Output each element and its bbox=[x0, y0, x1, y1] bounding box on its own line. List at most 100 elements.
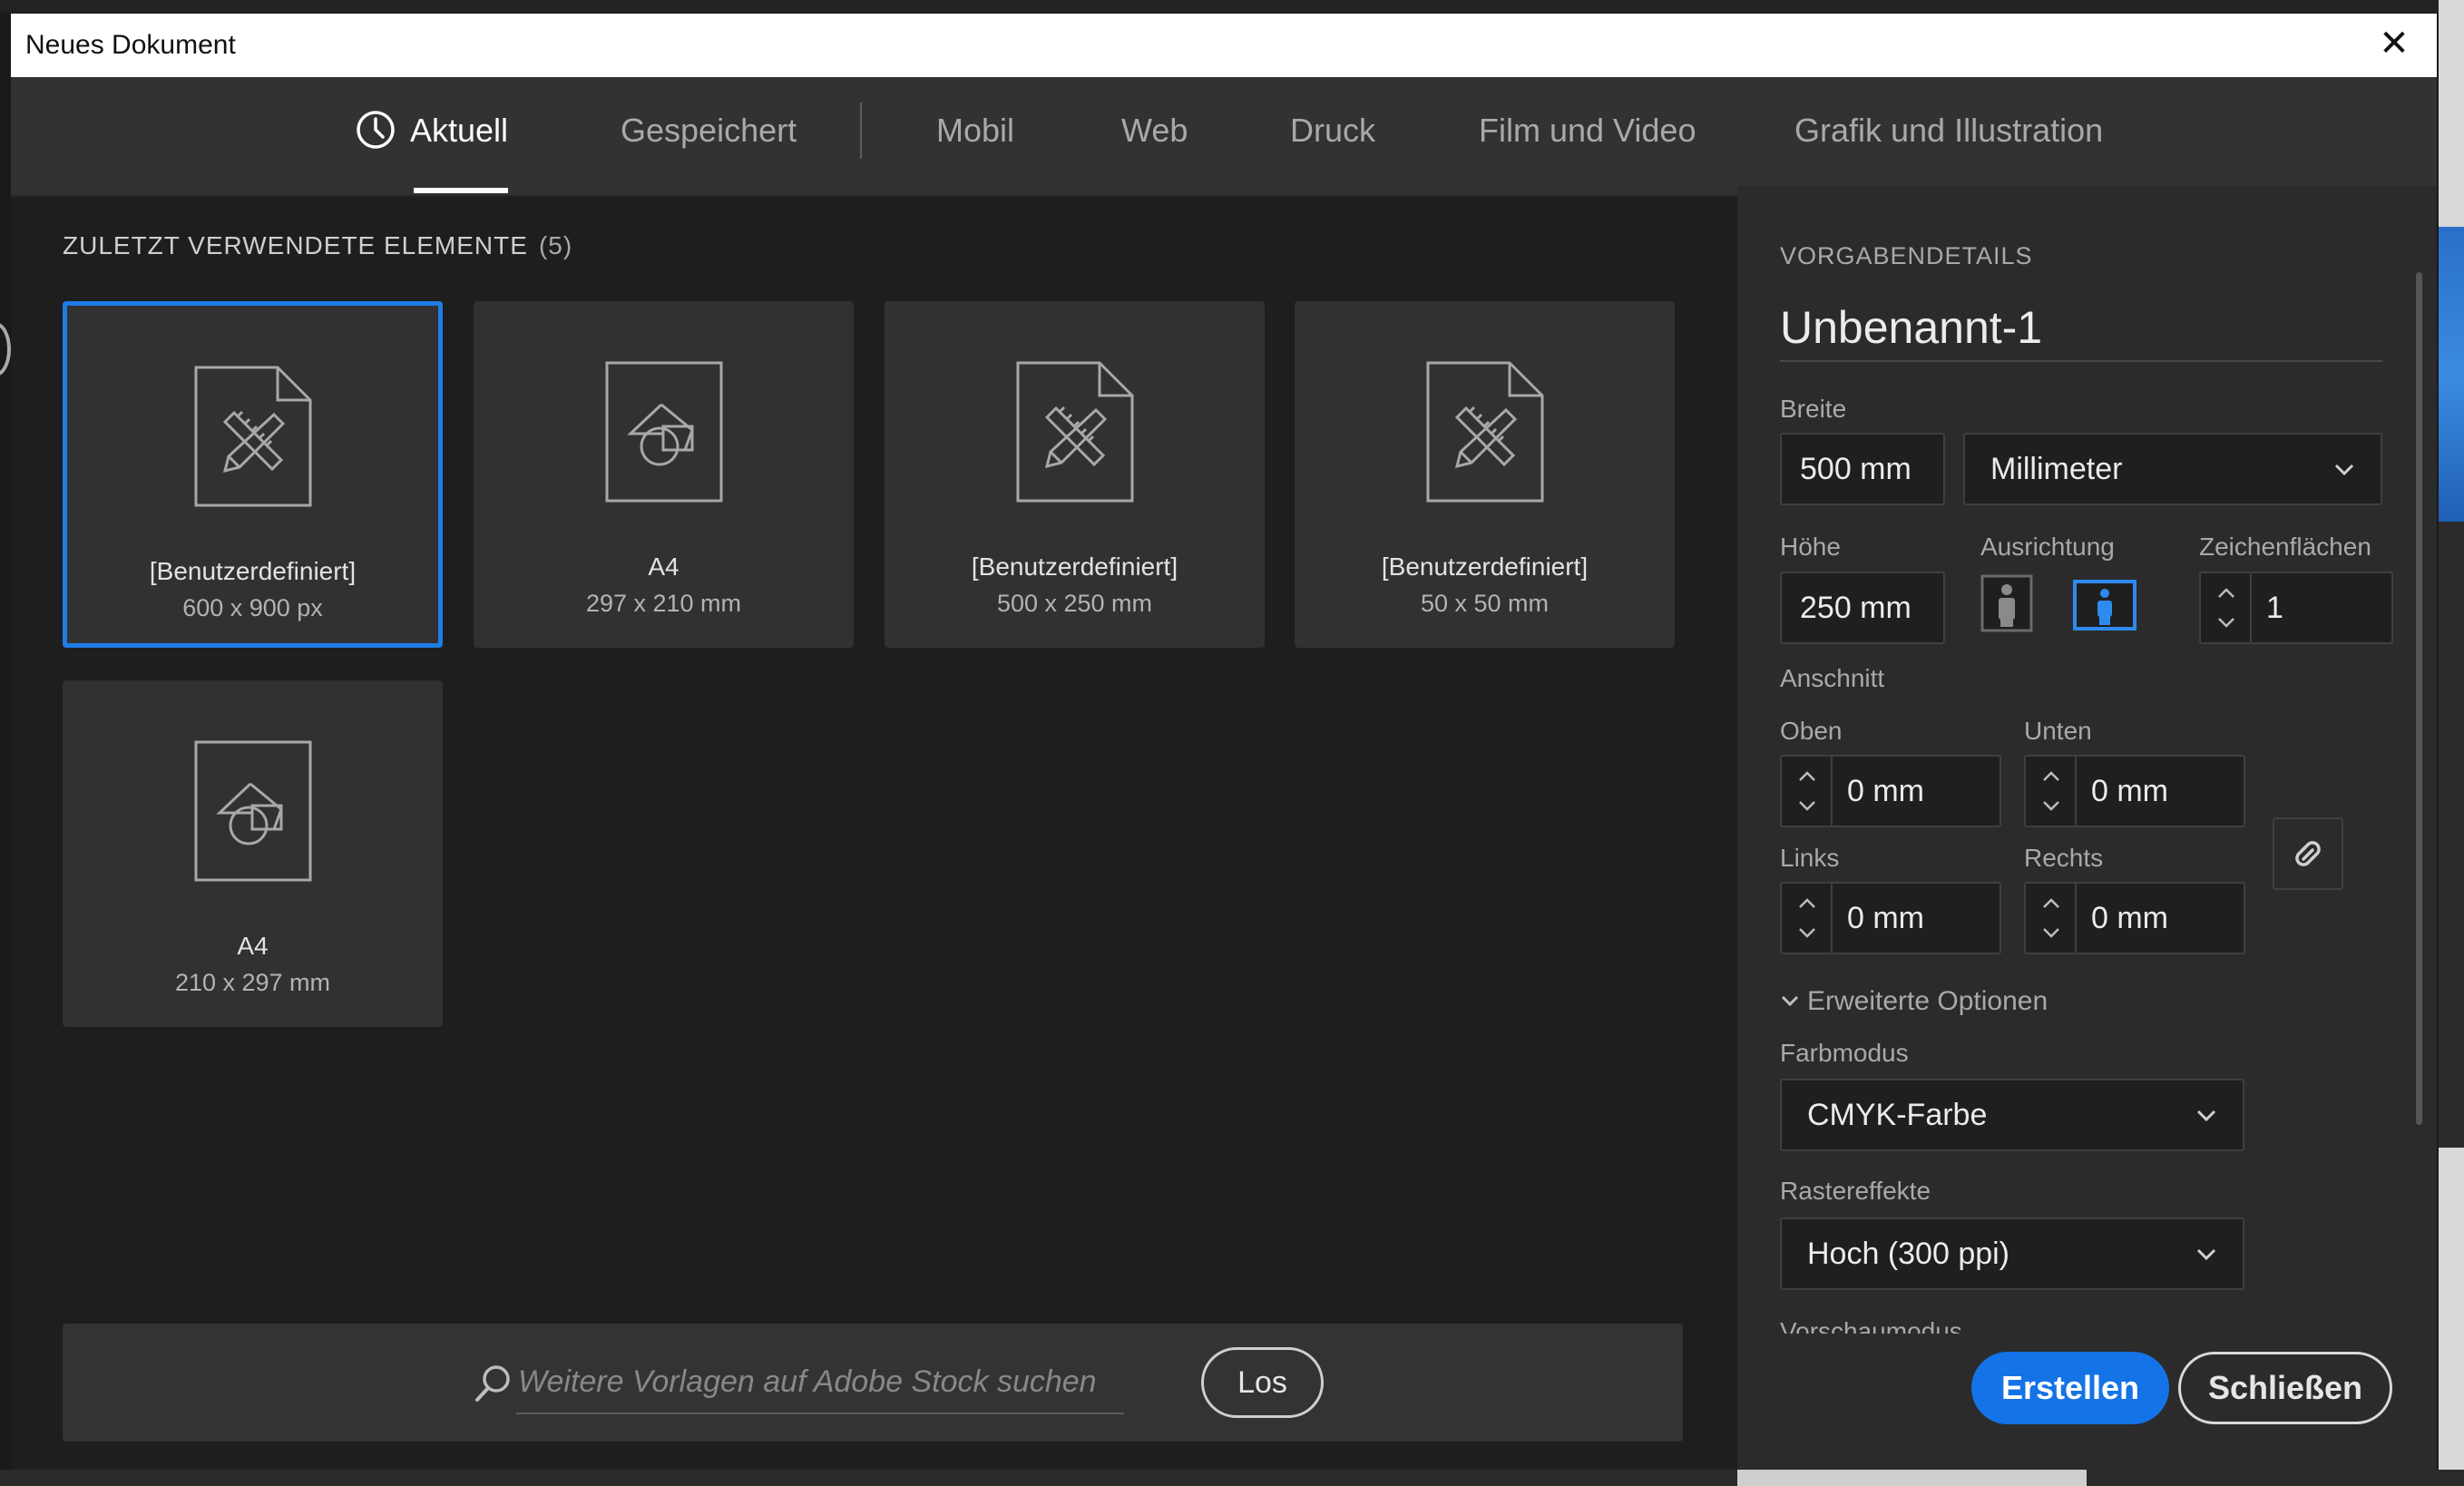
recent-item-card[interactable]: [Benutzerdefiniert] 500 x 250 mm bbox=[885, 301, 1265, 648]
recent-item-card[interactable]: [Benutzerdefiniert] 600 x 900 px bbox=[63, 301, 443, 648]
color-mode-label: Farbmodus bbox=[1780, 1039, 1909, 1067]
category-tabs: Aktuell Gespeichert Mobil Web Druck Film… bbox=[11, 77, 2437, 197]
bleed-label: Anschnitt bbox=[1780, 664, 1885, 692]
clock-icon bbox=[357, 111, 395, 150]
stepper-arrows bbox=[1782, 757, 1833, 826]
chevron-down-icon[interactable] bbox=[2040, 797, 2062, 815]
tab-label: Aktuell bbox=[410, 112, 509, 149]
chevron-down-icon[interactable] bbox=[1796, 924, 1818, 942]
link-icon bbox=[2295, 841, 2321, 866]
chevron-up-icon[interactable] bbox=[2040, 767, 2062, 786]
preview-mode-label: Vorschaumodus bbox=[1780, 1317, 1962, 1334]
recent-item-card[interactable]: A4 297 x 210 mm bbox=[474, 301, 854, 648]
chevron-down-icon[interactable] bbox=[1796, 797, 1818, 815]
card-dimensions: 297 x 210 mm bbox=[585, 590, 742, 617]
bleed-left-stepper[interactable]: 0 mm bbox=[1780, 882, 2001, 954]
card-dimensions: 210 x 297 mm bbox=[174, 969, 331, 996]
background-app-top bbox=[0, 0, 2464, 13]
close-icon[interactable]: ✕ bbox=[2371, 21, 2417, 66]
raster-effects-value: Hoch (300 ppi) bbox=[1807, 1237, 2010, 1271]
document-name-input[interactable] bbox=[1780, 295, 2382, 362]
background-app-panel bbox=[2439, 522, 2464, 1148]
raster-effects-label: Rastereffekte bbox=[1780, 1177, 1931, 1205]
artboards-label: Zeichenflächen bbox=[2199, 533, 2371, 561]
bleed-bottom-value: 0 mm bbox=[2091, 774, 2168, 808]
recent-items-heading: ZULETZT VERWENDETE ELEMENTE (5) bbox=[63, 231, 572, 260]
card-dimensions: 600 x 900 px bbox=[182, 594, 323, 621]
new-document-dialog: Neues Dokument ✕ Aktuell Gespeichert Mob… bbox=[11, 14, 2437, 1470]
unit-select[interactable]: Millimeter bbox=[1963, 433, 2382, 505]
bleed-top-value: 0 mm bbox=[1847, 774, 1924, 808]
card-name: [Benutzerdefiniert] bbox=[1381, 552, 1589, 581]
bleed-right-value: 0 mm bbox=[2091, 901, 2168, 935]
bleed-top-stepper[interactable]: 0 mm bbox=[1780, 755, 2001, 827]
height-field[interactable]: 250 mm bbox=[1780, 572, 1945, 644]
tab-web[interactable]: Web bbox=[1121, 77, 1188, 197]
active-tab-indicator bbox=[414, 188, 509, 193]
tab-film-und-video[interactable]: Film und Video bbox=[1479, 77, 1696, 197]
background-tool-icon bbox=[0, 322, 11, 376]
artboards-stepper[interactable]: 1 bbox=[2199, 572, 2393, 644]
portrait-orientation-icon[interactable] bbox=[1980, 574, 2033, 632]
shapes-document-icon bbox=[194, 740, 311, 882]
width-label: Breite bbox=[1780, 395, 1847, 423]
landscape-orientation-icon[interactable] bbox=[2073, 580, 2136, 631]
tab-separator bbox=[860, 103, 862, 159]
chevron-up-icon[interactable] bbox=[2215, 584, 2237, 602]
recent-item-card[interactable]: A4 210 x 297 mm bbox=[63, 680, 443, 1027]
chevron-down-icon bbox=[2196, 1248, 2216, 1261]
chevron-down-icon[interactable] bbox=[2040, 924, 2062, 942]
bleed-bottom-stepper[interactable]: 0 mm bbox=[2024, 755, 2245, 827]
custom-document-icon bbox=[1426, 361, 1543, 503]
bleed-left-label: Links bbox=[1780, 844, 1840, 872]
close-button[interactable]: Schließen bbox=[2178, 1352, 2392, 1424]
height-label: Höhe bbox=[1780, 533, 1841, 561]
bleed-right-label: Rechts bbox=[2024, 844, 2104, 872]
tab-grafik-und-illustration[interactable]: Grafik und Illustration bbox=[1794, 77, 2103, 197]
background-artwork bbox=[2439, 227, 2464, 522]
chevron-up-icon[interactable] bbox=[2040, 895, 2062, 913]
preset-details-panel: VORGABENDETAILS Breite 500 mm Millimeter… bbox=[1737, 186, 2437, 1470]
advanced-options-label: Erweiterte Optionen bbox=[1807, 986, 2048, 1016]
chevron-up-icon[interactable] bbox=[1796, 895, 1818, 913]
stepper-arrows bbox=[2026, 884, 2077, 953]
raster-effects-select[interactable]: Hoch (300 ppi) bbox=[1780, 1217, 2244, 1290]
card-dimensions: 50 x 50 mm bbox=[1420, 590, 1550, 617]
dialog-titlebar: Neues Dokument ✕ bbox=[11, 14, 2437, 77]
chevron-down-icon bbox=[2334, 464, 2354, 476]
search-go-button[interactable]: Los bbox=[1201, 1347, 1324, 1418]
custom-document-icon bbox=[194, 366, 311, 507]
bleed-right-stepper[interactable]: 0 mm bbox=[2024, 882, 2245, 954]
tab-gespeichert[interactable]: Gespeichert bbox=[621, 77, 797, 197]
bleed-left-value: 0 mm bbox=[1847, 901, 1924, 935]
bleed-bottom-label: Unten bbox=[2024, 717, 2092, 745]
tab-druck[interactable]: Druck bbox=[1290, 77, 1375, 197]
recent-heading-text: ZULETZT VERWENDETE ELEMENTE bbox=[63, 231, 528, 259]
color-mode-select[interactable]: CMYK-Farbe bbox=[1780, 1079, 2244, 1151]
template-search-input[interactable] bbox=[516, 1351, 1124, 1414]
chevron-down-icon bbox=[2196, 1110, 2216, 1122]
background-app-bottom bbox=[0, 1470, 2464, 1486]
unit-select-value: Millimeter bbox=[1990, 452, 2123, 486]
chevron-down-icon bbox=[1781, 996, 1799, 1007]
recent-item-card[interactable]: [Benutzerdefiniert] 50 x 50 mm bbox=[1295, 301, 1675, 648]
dialog-title: Neues Dokument bbox=[25, 30, 236, 60]
tab-aktuell[interactable]: Aktuell bbox=[356, 77, 509, 197]
width-field[interactable]: 500 mm bbox=[1780, 433, 1945, 505]
card-name: A4 bbox=[648, 552, 680, 581]
stepper-arrows bbox=[1782, 884, 1833, 953]
background-app-bottom-tab bbox=[1737, 1470, 2087, 1486]
panel-scrollbar[interactable] bbox=[2416, 272, 2422, 1125]
search-icon bbox=[475, 1365, 510, 1402]
create-button[interactable]: Erstellen bbox=[1971, 1352, 2169, 1424]
card-dimensions: 500 x 250 mm bbox=[996, 590, 1153, 617]
link-bleed-button[interactable] bbox=[2273, 817, 2343, 890]
chevron-up-icon[interactable] bbox=[1796, 767, 1818, 786]
chevron-down-icon[interactable] bbox=[2215, 613, 2237, 631]
artboards-value: 1 bbox=[2266, 591, 2283, 625]
advanced-options-toggle[interactable]: Erweiterte Optionen bbox=[1780, 986, 2048, 1017]
recent-count: (5) bbox=[538, 231, 573, 259]
tab-mobil[interactable]: Mobil bbox=[936, 77, 1014, 197]
stepper-arrows bbox=[2201, 573, 2252, 642]
orientation-label: Ausrichtung bbox=[1980, 533, 2115, 561]
